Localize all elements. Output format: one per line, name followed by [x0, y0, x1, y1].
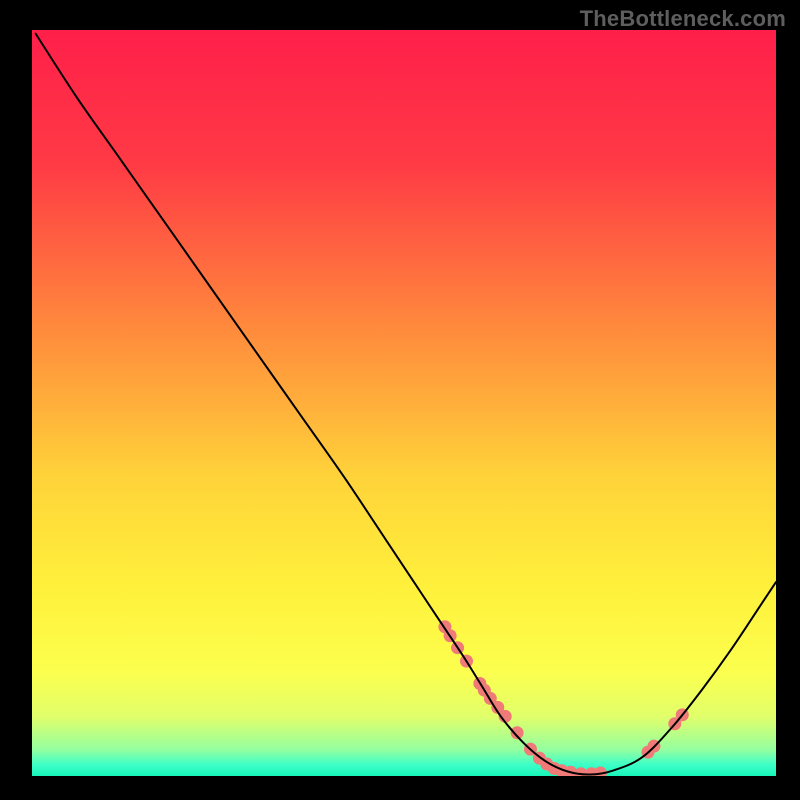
bottleneck-chart	[32, 30, 776, 776]
chart-background-gradient	[32, 30, 776, 776]
chart-frame	[32, 30, 776, 776]
attribution-watermark: TheBottleneck.com	[580, 6, 786, 32]
